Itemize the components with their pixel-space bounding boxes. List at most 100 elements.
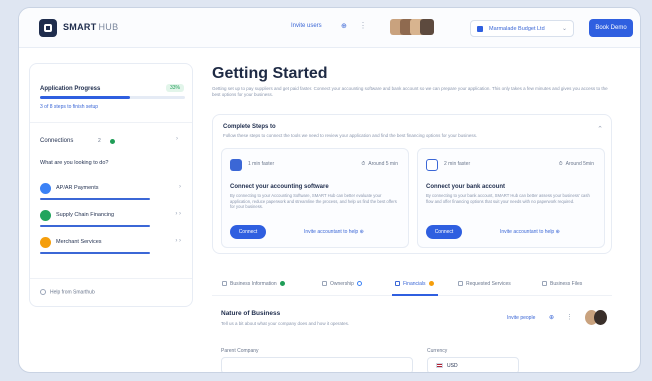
sidebar-item-label: AP/AR Payments (56, 185, 99, 191)
active-tab-indicator (392, 294, 438, 296)
tab-business-files[interactable]: Business Files (542, 281, 582, 287)
tab-requested-services[interactable]: Requested Services (458, 281, 511, 287)
sidebar-item-ap-ar-payments[interactable]: AP/AR Payments › (40, 181, 185, 200)
sidebar-item-supply-chain-financing[interactable]: Supply Chain Financing › › (40, 208, 185, 227)
invite-accountant-label: Invite accountant to help (304, 229, 359, 235)
currency-label: Currency (427, 348, 448, 354)
tab-label: Ownership (330, 281, 354, 287)
sidebar: Application Progress 33% 3 of 8 steps to… (29, 63, 193, 307)
sidebar-item-label: Merchant Services (56, 239, 102, 245)
payments-icon (40, 183, 51, 194)
chevron-up-icon[interactable]: ⌃ (597, 125, 603, 133)
progress-badge: 33% (166, 84, 185, 92)
avatar (420, 19, 434, 35)
company-selector[interactable]: Marmalade Budget Ltd ⌄ (470, 20, 574, 37)
divider (30, 278, 192, 279)
task-time: Around 5 min (361, 161, 398, 167)
task-description: By connecting to your bank account, SMAR… (426, 193, 590, 204)
bank-icon (426, 159, 438, 171)
help-link[interactable]: Help from Smarthub (40, 289, 95, 295)
connections-label[interactable]: Connections (40, 138, 73, 144)
progress-link[interactable]: 3 of 8 steps to finish setup (40, 104, 98, 110)
add-user-icon[interactable]: ⊕ (549, 314, 554, 321)
chevron-right-icon: › › (175, 211, 181, 217)
more-icon[interactable]: ⋮ (359, 21, 367, 30)
tab-label: Business Files (550, 281, 583, 287)
help-label: Help from Smarthub (50, 289, 95, 296)
chevron-right-icon: › › (175, 238, 181, 244)
company-name: Marmalade Budget Ltd (489, 26, 545, 32)
top-bar: SMART HUB Invite users ⊕ ⋮ Marmalade Budg… (19, 8, 640, 48)
add-user-icon[interactable]: ⊕ (341, 22, 347, 30)
app-window: SMART HUB Invite users ⊕ ⋮ Marmalade Budg… (18, 7, 641, 373)
users-icon (322, 281, 327, 287)
invite-accountant-link[interactable]: Invite accountant to help ⊕ (500, 229, 560, 235)
brand-name: SMART (63, 22, 97, 32)
connections-count: 2 (98, 138, 101, 144)
task-card-bank: 2 min faster Around 5min Connect your ba… (417, 148, 605, 248)
add-user-icon: ⊕ (359, 229, 364, 235)
task-description: By connecting to your Accounting Softwar… (230, 193, 397, 209)
task-title: Connect your bank account (426, 184, 506, 190)
tab-label: Requested Services (466, 281, 511, 287)
tab-ownership[interactable]: Ownership (322, 281, 362, 287)
parent-company-input[interactable] (221, 357, 413, 372)
section-title: Nature of Business (221, 310, 281, 317)
page-title: Getting Started (212, 65, 328, 82)
task-time: Around 5min (559, 161, 594, 167)
brand-logo[interactable]: SMART HUB (63, 22, 118, 32)
document-icon (222, 281, 227, 287)
divider (30, 122, 192, 123)
task-step: 1 min faster (248, 161, 275, 167)
sidebar-item-merchant-services[interactable]: Merchant Services › › (40, 235, 185, 254)
progress-bar-fill (40, 96, 130, 99)
team-avatars[interactable] (585, 310, 611, 326)
tab-business-information[interactable]: Business Information (222, 281, 285, 287)
chevron-right-icon[interactable]: › (176, 136, 178, 142)
progress-bar (40, 96, 185, 99)
parent-company-label: Parent Company (221, 348, 259, 354)
merchant-icon (40, 237, 51, 248)
status-dot-icon (110, 139, 115, 144)
company-icon (477, 26, 483, 32)
brand-suffix: HUB (98, 22, 119, 32)
item-progress-bar (40, 198, 150, 200)
us-flag-icon (436, 363, 443, 369)
status-dot-icon (356, 281, 362, 287)
team-avatars[interactable] (390, 19, 434, 35)
card-subtitle: Follow these steps to connect the tools … (223, 133, 478, 138)
currency-select[interactable]: USD (427, 357, 519, 372)
page-description: Getting set up to pay suppliers and get … (212, 86, 608, 97)
supply-chain-icon (40, 210, 51, 221)
folder-icon (542, 281, 547, 287)
help-icon (40, 289, 46, 295)
task-card-accounting: 1 min faster Around 5 min Connect your a… (221, 148, 409, 248)
progress-title: Application Progress (40, 86, 101, 92)
more-icon[interactable]: ⋮ (566, 313, 573, 321)
connect-bank-button[interactable]: Connect (426, 225, 462, 239)
invite-accountant-label: Invite accountant to help (500, 229, 555, 235)
accounting-software-icon (230, 159, 242, 171)
status-dot-icon (279, 281, 285, 287)
services-icon (458, 281, 463, 287)
status-dot-icon (428, 281, 434, 287)
item-progress-bar (40, 225, 150, 227)
book-demo-button[interactable]: Book Demo (589, 19, 633, 37)
tab-financials[interactable]: Financials (395, 281, 434, 287)
invite-users-link[interactable]: Invite users (291, 23, 322, 29)
invite-people-link[interactable]: Invite people (507, 315, 535, 321)
chevron-right-icon: › (179, 184, 181, 190)
add-user-icon: ⊕ (555, 229, 560, 235)
section-subtitle: Tell us a bit about what your company do… (221, 321, 350, 326)
avatar (594, 310, 607, 325)
tab-label: Financials (403, 281, 426, 287)
chart-icon (395, 281, 400, 287)
currency-value: USD (447, 363, 458, 369)
task-title: Connect your accounting software (230, 184, 329, 190)
complete-steps-card: Complete Steps to Follow these steps to … (212, 114, 612, 254)
invite-accountant-link[interactable]: Invite accountant to help ⊕ (304, 229, 364, 235)
logo-icon (39, 19, 57, 37)
connect-accounting-button[interactable]: Connect (230, 225, 266, 239)
section-tabs: Business Information Ownership Financial… (212, 274, 612, 296)
sidebar-item-label: Supply Chain Financing (56, 212, 115, 218)
